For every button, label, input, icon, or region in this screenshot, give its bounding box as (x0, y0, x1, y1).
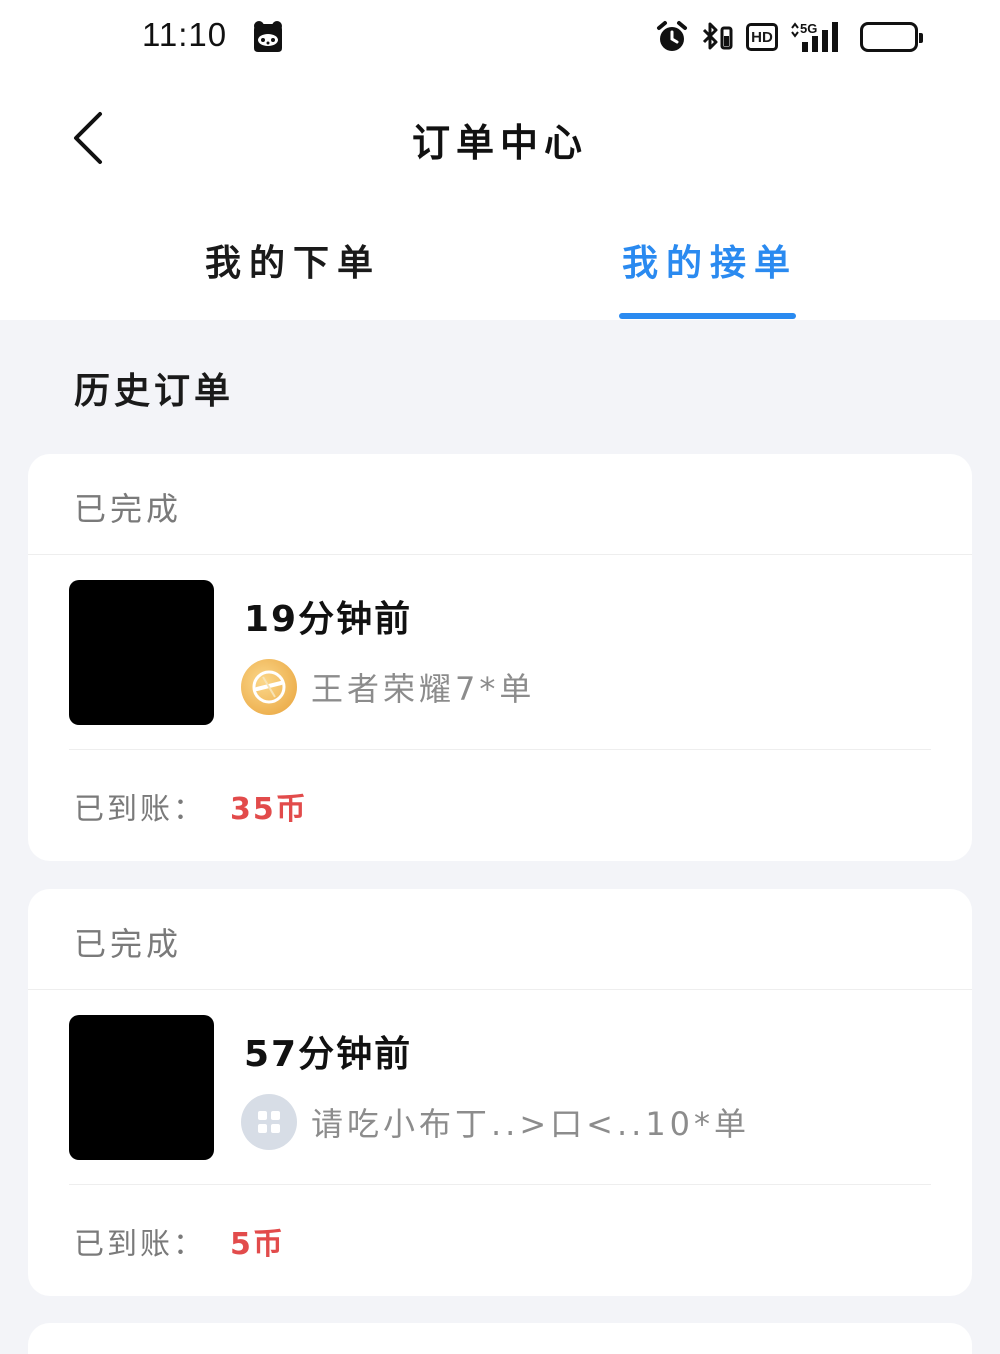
divider (69, 1184, 931, 1185)
battery-icon (860, 22, 923, 52)
alarm-icon (656, 20, 688, 54)
panda-app-icon (250, 20, 286, 54)
signal-5g-icon: 5G (790, 20, 848, 54)
header-area: 11:10 HD 5G 订单中心 我的下单 我的接单 (0, 0, 1000, 320)
section-title: 历史订单 (74, 371, 235, 412)
page-title: 订单中心 (411, 121, 588, 165)
honor-of-kings-icon (241, 659, 297, 715)
status-bar: 11:10 HD 5G (0, 0, 1000, 75)
order-card[interactable]: 已完成 57分钟前 请吃小布丁..>口<..10*单 已到账： 5币 (28, 889, 972, 1296)
order-card-partial[interactable] (28, 1323, 972, 1354)
active-tab-indicator (619, 313, 796, 319)
tab-my-orders[interactable]: 我的下单 (205, 234, 381, 286)
order-game-desc: 请吃小布丁..>口<..10*单 (311, 1105, 751, 1143)
divider (69, 749, 931, 750)
divider (28, 989, 972, 990)
order-status: 已完成 (74, 925, 183, 963)
earnings-row: 已到账： 35币 (74, 784, 308, 828)
earnings-label: 已到账： (74, 1227, 206, 1262)
earnings-label: 已到账： (74, 792, 206, 827)
apps-grid-icon (241, 1094, 297, 1150)
divider (28, 554, 972, 555)
order-game-desc: 王者荣耀7*单 (311, 670, 536, 708)
hd-badge: HD (746, 23, 778, 51)
earnings-row: 已到账： 5币 (74, 1219, 285, 1263)
earnings-value: 35币 (230, 792, 308, 827)
order-status: 已完成 (74, 490, 183, 528)
status-time: 11:10 (142, 16, 228, 53)
status-icons: HD 5G (656, 18, 923, 56)
svg-text:5G: 5G (800, 21, 817, 36)
order-time: 19分钟前 (244, 599, 413, 640)
order-card[interactable]: 已完成 19分钟前 王者荣耀7*单 已到账： 35币 (28, 454, 972, 861)
order-time: 57分钟前 (244, 1034, 413, 1075)
order-thumbnail[interactable] (69, 1015, 214, 1160)
order-game-row: 王者荣耀7*单 (241, 659, 535, 715)
bluetooth-battery-icon (700, 20, 734, 54)
order-game-row: 请吃小布丁..>口<..10*单 (241, 1094, 750, 1150)
order-thumbnail[interactable] (69, 580, 214, 725)
tab-my-accepted[interactable]: 我的接单 (622, 234, 798, 286)
earnings-value: 5币 (230, 1227, 285, 1262)
